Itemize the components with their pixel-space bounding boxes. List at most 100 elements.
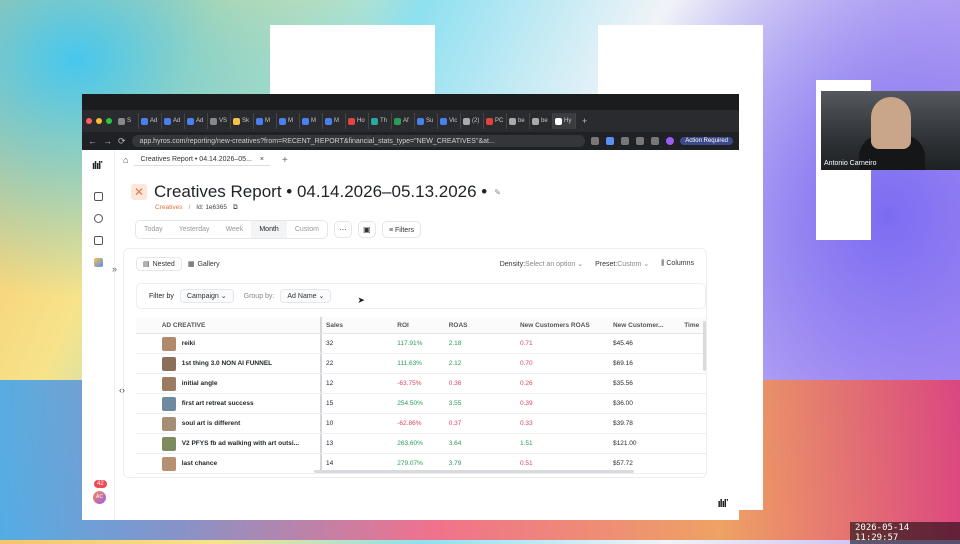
browser-tab[interactable]: S — [116, 113, 139, 129]
close-window-button[interactable] — [86, 118, 92, 124]
browser-tab[interactable]: be — [507, 113, 530, 129]
column-header[interactable]: Sales — [322, 322, 397, 329]
group-by-select[interactable]: Ad Name ⌄ — [280, 289, 332, 303]
zoom-window-button[interactable] — [106, 118, 112, 124]
ad-creative-cell[interactable]: 1st thing 3.0 NON AI FUNNEL — [161, 354, 323, 373]
url-text: app.hyros.com/reporting/new-creatives?fr… — [139, 137, 495, 145]
back-arrow-icon[interactable]: ← — [88, 136, 97, 146]
table-row[interactable]: 1st thing 3.0 NON AI FUNNEL 22 111.63% 2.12… — [136, 354, 706, 374]
roi-cell: 117.91% — [397, 340, 423, 347]
table-row[interactable]: V2 PFYS fb ad walking with art outsi... 1… — [136, 434, 706, 454]
notification-badge[interactable]: 42 — [94, 480, 107, 488]
gallery-view-tab[interactable]: ▦ Gallery — [182, 258, 226, 270]
hyros-logo[interactable]: ılıľ — [92, 160, 102, 172]
browser-tab-label: M — [265, 118, 270, 124]
action-required-button[interactable]: Action Required — [680, 137, 733, 145]
url-field[interactable]: app.hyros.com/reporting/new-creatives?fr… — [131, 135, 586, 147]
browser-tab[interactable]: M — [300, 113, 323, 129]
browser-tab[interactable]: Th — [369, 113, 392, 129]
table-row[interactable]: soul art is different 10 -62.86% 0.37 0.33 $3… — [136, 414, 706, 434]
report-tab[interactable]: Creatives Report • 04.14.2026–05... × — [134, 154, 270, 166]
reload-icon[interactable]: ⟳ — [118, 136, 126, 147]
extension-icon[interactable] — [621, 137, 630, 145]
date-filter-custom[interactable]: Custom — [287, 221, 327, 238]
ad-creative-cell[interactable]: first art retreat success — [161, 394, 323, 413]
browser-tab[interactable]: M — [323, 113, 346, 129]
table-row[interactable]: initial angle 12 -63.75% 0.36 0.26 $35.56 — [136, 374, 706, 394]
browser-tab[interactable]: Sk — [231, 113, 254, 129]
reports-icon[interactable] — [94, 214, 103, 223]
browser-tab[interactable]: Ho — [346, 113, 369, 129]
horizontal-scrollbar[interactable] — [314, 470, 634, 473]
copy-icon[interactable]: ⧉ — [233, 204, 238, 212]
resize-handle-icon[interactable]: ‹› — [119, 385, 125, 395]
tab-favicon-icon — [302, 117, 309, 125]
column-header[interactable]: ROAS — [449, 322, 520, 329]
browser-tab[interactable]: Af — [392, 113, 415, 129]
browser-tab-label: Vic — [449, 118, 458, 124]
ad-creative-cell[interactable]: reiki — [161, 334, 323, 353]
apps-icon[interactable] — [94, 258, 103, 267]
extension-icon[interactable] — [636, 137, 645, 145]
tab-favicon-icon — [486, 117, 493, 125]
ad-creative-cell[interactable]: initial angle — [161, 374, 323, 393]
user-avatar[interactable]: AC — [93, 491, 106, 504]
browser-tab[interactable]: M — [254, 113, 277, 129]
save-icon[interactable]: ▣ — [357, 221, 376, 238]
extension-icon[interactable] — [651, 137, 660, 145]
new-tab-button[interactable]: + — [582, 116, 587, 126]
browser-tab[interactable]: Ad — [139, 113, 162, 129]
extension-icon[interactable] — [666, 137, 675, 145]
date-filter-yesterday[interactable]: Yesterday — [171, 221, 218, 238]
date-filter-week[interactable]: Week — [218, 221, 252, 238]
vertical-scrollbar[interactable] — [703, 321, 706, 371]
add-tab-button[interactable]: + — [282, 155, 288, 166]
browser-tab[interactable]: M — [277, 113, 300, 129]
browser-tab-label: Ad — [196, 118, 204, 124]
ad-creative-cell[interactable]: V2 PFYS fb ad walking with art outsi... — [161, 434, 323, 453]
preset-select[interactable]: Preset:Custom ⌄ — [595, 260, 649, 268]
close-tab-icon[interactable]: × — [260, 156, 264, 163]
column-header[interactable]: AD CREATIVE — [162, 317, 323, 333]
column-header[interactable]: New Customers ROAS — [520, 322, 613, 329]
browser-tab[interactable]: (2) — [461, 113, 484, 129]
browser-tab-label: (2) — [472, 118, 480, 124]
creatives-table: AD CREATIVE Sales ROI ROAS New Customers ROA… — [136, 317, 706, 474]
extension-icon[interactable] — [606, 137, 615, 145]
browser-tab[interactable]: VS — [208, 113, 231, 129]
ad-creative-cell[interactable]: soul art is different — [161, 414, 323, 433]
browser-tab[interactable]: Hy — [553, 113, 576, 129]
nc-roas-cell: 0.71 — [519, 340, 533, 347]
density-select[interactable]: Density:Select an option ⌄ — [500, 260, 583, 268]
browser-tab[interactable]: PC — [484, 113, 507, 129]
table-row[interactable]: reiki 32 117.91% 2.18 0.71 $45.46 — [136, 334, 706, 354]
columns-button[interactable]: ⫼ Columns — [661, 260, 694, 268]
browser-tab[interactable]: Su — [415, 113, 438, 129]
minimize-window-button[interactable] — [96, 118, 102, 124]
dashboard-icon[interactable] — [94, 192, 103, 201]
expand-sidebar-icon[interactable]: » — [112, 264, 117, 274]
filter-by-select[interactable]: Campaign ⌄ — [179, 289, 234, 303]
forward-arrow-icon[interactable]: → — [103, 136, 112, 146]
ad-creative-cell[interactable]: last chance — [161, 454, 323, 473]
home-icon[interactable]: ⌂ — [123, 155, 128, 165]
browser-tab[interactable]: Ad — [185, 113, 208, 129]
date-filter-month[interactable]: Month — [251, 221, 287, 238]
browser-tab[interactable]: Ad — [162, 113, 185, 129]
breadcrumb-creatives-link[interactable]: Creatives — [155, 204, 182, 212]
nc-roas-cell: 0.51 — [519, 460, 533, 467]
more-options-button[interactable]: ··· — [333, 221, 352, 238]
nested-view-tab[interactable]: ▤ Nested — [136, 257, 182, 271]
density-label: Density: — [499, 261, 526, 268]
extension-icon[interactable] — [591, 137, 600, 145]
date-filter-today[interactable]: Today — [136, 221, 171, 238]
column-header[interactable]: New Customer... — [613, 322, 684, 329]
column-header[interactable]: ROI — [397, 322, 448, 329]
filters-button[interactable]: ≡ Filters — [381, 221, 422, 238]
browser-tab[interactable]: Vic — [438, 113, 461, 129]
edit-icon[interactable]: ✎ — [494, 188, 501, 197]
browser-tab-label: S — [127, 118, 132, 124]
chat-icon[interactable] — [94, 236, 103, 245]
table-row[interactable]: first art retreat success 15 254.50% 3.55 0.… — [136, 394, 706, 414]
browser-tab[interactable]: be — [530, 113, 553, 129]
